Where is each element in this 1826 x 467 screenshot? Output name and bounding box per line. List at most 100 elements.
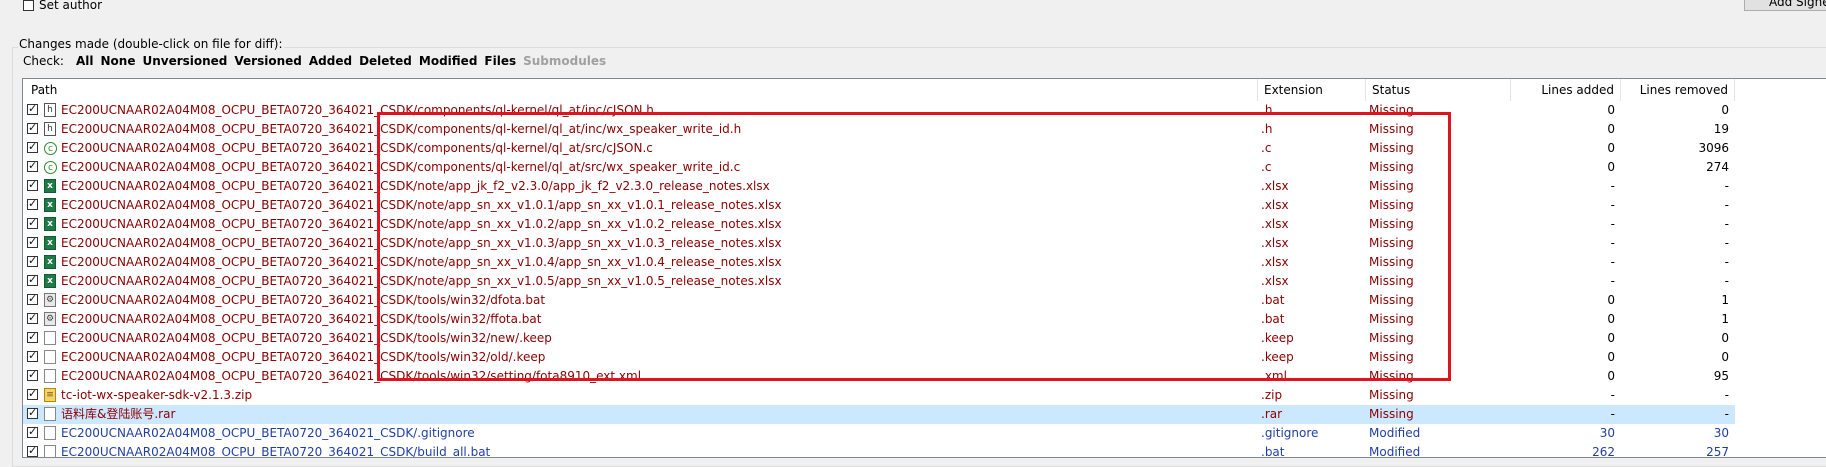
row-checkbox[interactable] <box>27 444 38 457</box>
row-checkbox[interactable] <box>27 216 38 230</box>
row-checkbox[interactable] <box>27 368 38 382</box>
row-checkbox[interactable] <box>27 197 38 211</box>
row-checkbox[interactable] <box>27 387 38 401</box>
extension-cell: .xlsx <box>1261 274 1289 288</box>
extension-cell: .h <box>1261 103 1273 117</box>
extension-cell: .zip <box>1261 388 1283 402</box>
file-row[interactable]: x EC200UCNAAR02A04M08_OCPU_BETA0720_36402… <box>23 272 1735 291</box>
column-header-lines-added[interactable]: Lines added <box>1511 79 1621 101</box>
status-cell: Missing <box>1369 369 1414 383</box>
lines-removed-cell: 95 <box>1713 369 1729 383</box>
file-path-cell: EC200UCNAAR02A04M08_OCPU_BETA0720_364021… <box>61 445 491 458</box>
file-row[interactable]: EC200UCNAAR02A04M08_OCPU_BETA0720_364021… <box>23 443 1735 458</box>
excel-file-icon: x <box>44 217 56 231</box>
file-row[interactable]: h EC200UCNAAR02A04M08_OCPU_BETA0720_36402… <box>23 101 1735 120</box>
row-checkbox[interactable] <box>27 273 38 287</box>
lines-added-cell: - <box>1610 236 1615 250</box>
row-checkbox[interactable] <box>27 254 38 268</box>
extension-cell: .xlsx <box>1261 255 1289 269</box>
status-cell: Missing <box>1369 350 1414 364</box>
row-checkbox[interactable] <box>27 425 38 439</box>
row-checkbox[interactable] <box>27 406 38 420</box>
file-row[interactable]: c EC200UCNAAR02A04M08_OCPU_BETA0720_36402… <box>23 158 1735 177</box>
lines-added-cell: 0 <box>1607 350 1615 364</box>
row-checkbox[interactable] <box>27 178 38 192</box>
file-row[interactable]: c EC200UCNAAR02A04M08_OCPU_BETA0720_36402… <box>23 139 1735 158</box>
column-header-status[interactable]: Status <box>1366 79 1511 101</box>
row-checkbox[interactable] <box>27 330 38 344</box>
status-cell: Missing <box>1369 141 1414 155</box>
file-row[interactable]: x EC200UCNAAR02A04M08_OCPU_BETA0720_36402… <box>23 253 1735 272</box>
row-checkbox[interactable] <box>27 121 38 135</box>
filter-unversioned-link[interactable]: Unversioned <box>142 54 227 68</box>
blank-file-icon <box>44 426 56 440</box>
column-header-lines-removed[interactable]: Lines removed <box>1621 79 1735 101</box>
filter-files-link[interactable]: Files <box>484 54 516 68</box>
row-checkbox[interactable] <box>27 311 38 325</box>
lines-removed-cell: 257 <box>1706 445 1729 458</box>
file-path-cell: EC200UCNAAR02A04M08_OCPU_BETA0720_364021… <box>61 179 770 193</box>
filter-all-link[interactable]: All <box>76 54 94 68</box>
check-label: Check: <box>23 54 64 68</box>
set-author-checkbox[interactable] <box>23 0 34 11</box>
row-checkbox[interactable] <box>27 159 38 173</box>
filter-none-link[interactable]: None <box>100 54 135 68</box>
file-row[interactable]: EC200UCNAAR02A04M08_OCPU_BETA0720_364021… <box>23 424 1735 443</box>
file-row[interactable]: 语料库&登陆账号.rar .rar Missing - - <box>23 405 1735 424</box>
file-path-cell: EC200UCNAAR02A04M08_OCPU_BETA0720_364021… <box>61 217 782 231</box>
add-signed-off-button[interactable]: Add Signed <box>1744 0 1826 11</box>
column-header-path[interactable]: Path <box>23 79 1258 101</box>
row-checkbox[interactable] <box>27 292 38 306</box>
file-row[interactable]: EC200UCNAAR02A04M08_OCPU_BETA0720_364021… <box>23 367 1735 386</box>
extension-cell: .xlsx <box>1261 179 1289 193</box>
filter-modified-link[interactable]: Modified <box>419 54 478 68</box>
file-row[interactable]: EC200UCNAAR02A04M08_OCPU_BETA0720_364021… <box>23 348 1735 367</box>
row-checkbox[interactable] <box>27 140 38 154</box>
check-filter-bar: Check: All None Unversioned Versioned Ad… <box>23 54 613 68</box>
file-row[interactable]: ⚙ EC200UCNAAR02A04M08_OCPU_BETA0720_36402… <box>23 291 1735 310</box>
file-rows: h EC200UCNAAR02A04M08_OCPU_BETA0720_36402… <box>23 101 1735 458</box>
lines-added-cell: - <box>1610 388 1615 402</box>
file-path-cell: EC200UCNAAR02A04M08_OCPU_BETA0720_364021… <box>61 369 642 383</box>
file-row[interactable]: EC200UCNAAR02A04M08_OCPU_BETA0720_364021… <box>23 329 1735 348</box>
file-row[interactable]: x EC200UCNAAR02A04M08_OCPU_BETA0720_36402… <box>23 177 1735 196</box>
file-row[interactable]: ≡ tc-iot-wx-speaker-sdk-v2.1.3.zip .zip Mis… <box>23 386 1735 405</box>
excel-file-icon: x <box>44 179 56 193</box>
lines-added-cell: 0 <box>1607 103 1615 117</box>
extension-cell: .c <box>1261 141 1272 155</box>
filter-versioned-link[interactable]: Versioned <box>234 54 301 68</box>
extension-cell: .bat <box>1261 312 1285 326</box>
filter-submodules-link: Submodules <box>523 54 607 68</box>
row-checkbox[interactable] <box>27 102 38 116</box>
h-file-icon: h <box>44 122 56 136</box>
status-cell: Modified <box>1369 445 1421 458</box>
bat-file-icon: ⚙ <box>44 312 56 326</box>
changes-file-list[interactable]: Path Extension Status Lines added Lines … <box>22 78 1826 458</box>
lines-removed-cell: - <box>1724 217 1729 231</box>
row-checkbox[interactable] <box>27 349 38 363</box>
file-row[interactable]: x EC200UCNAAR02A04M08_OCPU_BETA0720_36402… <box>23 215 1735 234</box>
filter-added-link[interactable]: Added <box>309 54 352 68</box>
lines-added-cell: 0 <box>1607 369 1615 383</box>
extension-cell: .bat <box>1261 293 1285 307</box>
file-row[interactable]: x EC200UCNAAR02A04M08_OCPU_BETA0720_36402… <box>23 196 1735 215</box>
status-cell: Missing <box>1369 160 1414 174</box>
lines-removed-cell: 19 <box>1713 122 1729 136</box>
extension-cell: .xlsx <box>1261 198 1289 212</box>
file-row[interactable]: x EC200UCNAAR02A04M08_OCPU_BETA0720_36402… <box>23 234 1735 253</box>
extension-cell: .xlsx <box>1261 217 1289 231</box>
lines-removed-cell: 1 <box>1721 312 1729 326</box>
status-cell: Missing <box>1369 312 1414 326</box>
lines-added-cell: - <box>1610 179 1615 193</box>
status-cell: Missing <box>1369 293 1414 307</box>
column-header-extension[interactable]: Extension <box>1258 79 1366 101</box>
filter-deleted-link[interactable]: Deleted <box>359 54 412 68</box>
row-checkbox[interactable] <box>27 235 38 249</box>
file-row[interactable]: ⚙ EC200UCNAAR02A04M08_OCPU_BETA0720_36402… <box>23 310 1735 329</box>
lines-added-cell: - <box>1610 274 1615 288</box>
lines-removed-cell: - <box>1724 179 1729 193</box>
status-cell: Missing <box>1369 407 1414 421</box>
status-cell: Missing <box>1369 122 1414 136</box>
lines-added-cell: - <box>1610 255 1615 269</box>
file-row[interactable]: h EC200UCNAAR02A04M08_OCPU_BETA0720_36402… <box>23 120 1735 139</box>
